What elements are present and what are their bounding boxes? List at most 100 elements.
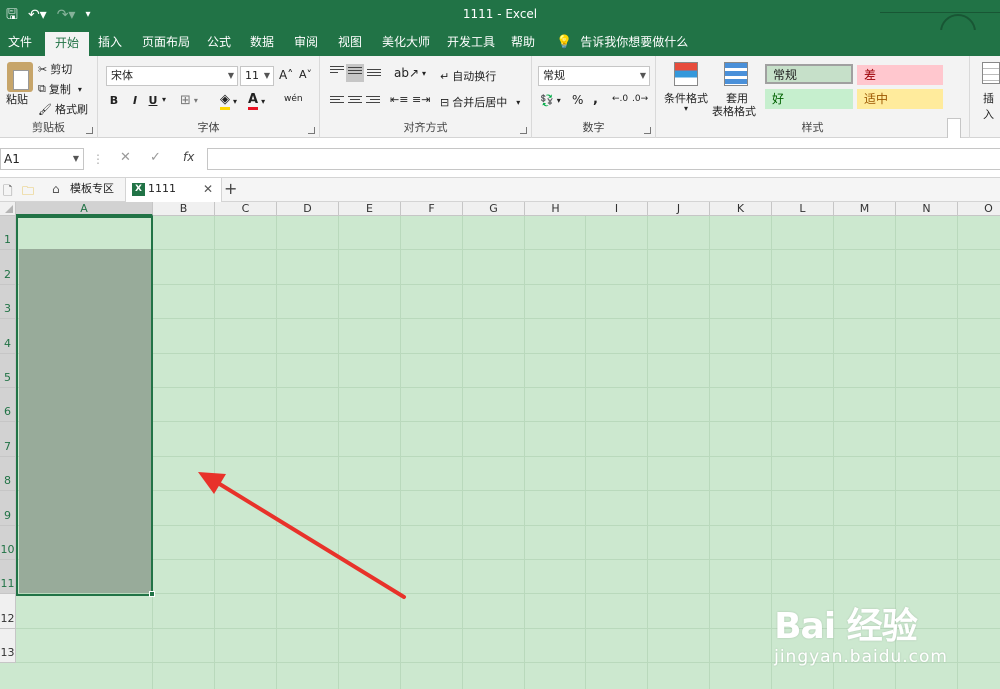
column-header-a[interactable]: A	[16, 202, 153, 216]
comma-button[interactable]: ,	[593, 92, 598, 107]
italic-button[interactable]: I	[127, 94, 143, 107]
align-top-icon[interactable]	[330, 66, 344, 78]
insert-function-button[interactable]: fx	[183, 150, 194, 164]
clipboard-launcher-icon[interactable]	[86, 127, 93, 134]
chevron-down-icon: ▾	[77, 84, 82, 94]
column-header-k[interactable]: K	[710, 202, 772, 216]
row-header-10[interactable]: 10	[0, 525, 16, 560]
column-header-g[interactable]: G	[463, 202, 525, 216]
column-header-j[interactable]: J	[648, 202, 710, 216]
style-normal[interactable]: 常规	[765, 64, 853, 84]
tab-review[interactable]: 审阅	[290, 30, 322, 56]
increase-font-button[interactable]: A˄	[279, 68, 293, 82]
column-header-h[interactable]: H	[525, 202, 587, 216]
row-header-4[interactable]: 4	[0, 319, 16, 354]
new-file-icon[interactable]: 🗋	[3, 182, 13, 203]
tab-home[interactable]: 开始	[45, 32, 90, 56]
column-gridline	[585, 216, 586, 689]
folder-icon[interactable]: 🗀	[22, 182, 34, 203]
style-neutral[interactable]: 适中	[857, 89, 943, 109]
row-header-12[interactable]: 12	[0, 594, 16, 629]
row-header-8[interactable]: 8	[0, 456, 16, 492]
column-header-c[interactable]: C	[215, 202, 277, 216]
increase-decimal-button[interactable]: ←.0	[612, 94, 628, 104]
align-left-icon[interactable]	[330, 96, 344, 108]
close-icon[interactable]: ✕	[203, 178, 213, 200]
merge-center-button[interactable]: ⊟ 合并后居中 ▾	[440, 94, 520, 110]
number-format-select[interactable]: 常规 ▼	[538, 66, 650, 86]
font-color-button[interactable]: A ▾	[248, 92, 265, 110]
decrease-font-button[interactable]: A˅	[299, 68, 312, 81]
column-header-e[interactable]: E	[339, 202, 401, 216]
row-gridline	[16, 318, 1000, 320]
column-header-i[interactable]: I	[586, 202, 648, 216]
row-header-5[interactable]: 5	[0, 353, 16, 388]
row-header-11[interactable]: 11	[0, 560, 16, 595]
style-bad[interactable]: 差	[857, 65, 943, 85]
chevron-down-icon: ▾	[684, 104, 689, 113]
column-header-l[interactable]: L	[772, 202, 834, 216]
increase-indent-button[interactable]: ≡⇥	[412, 93, 430, 106]
style-good[interactable]: 好	[765, 89, 853, 109]
decrease-decimal-button[interactable]: .0→	[632, 94, 648, 104]
row-header-2[interactable]: 2	[0, 250, 16, 285]
column-gridline	[462, 216, 463, 689]
align-right-icon[interactable]	[366, 96, 380, 108]
wrap-text-button[interactable]: ↵ 自动换行	[440, 68, 496, 84]
add-tab-icon[interactable]: +	[224, 178, 237, 200]
cut-button[interactable]: ✂ 剪切	[38, 61, 72, 77]
phonetic-button[interactable]: wén	[284, 94, 303, 104]
number-launcher-icon[interactable]	[644, 127, 651, 134]
decrease-indent-button[interactable]: ⇤≡	[390, 93, 408, 106]
column-header-o[interactable]: O	[958, 202, 1000, 216]
row-header-13[interactable]: 13	[0, 628, 16, 664]
border-button[interactable]: ⊞ ▾	[180, 93, 198, 108]
tab-insert[interactable]: 插入	[94, 30, 126, 56]
row-header-9[interactable]: 9	[0, 491, 16, 526]
row-header-7[interactable]: 7	[0, 422, 16, 457]
format-painter-button[interactable]: 🖌 格式刷	[38, 101, 88, 117]
column-header-b[interactable]: B	[153, 202, 215, 216]
underline-button[interactable]: U	[145, 94, 161, 107]
align-center-icon[interactable]	[348, 96, 362, 108]
tab-view[interactable]: 视图	[334, 30, 366, 56]
formula-input[interactable]	[207, 148, 1000, 170]
row-header-3[interactable]: 3	[0, 284, 16, 320]
font-name-select[interactable]: 宋体 ▼	[106, 66, 238, 86]
tab-developer[interactable]: 开发工具	[443, 30, 499, 56]
bold-button[interactable]: B	[106, 94, 122, 107]
percent-button[interactable]: %	[572, 93, 583, 107]
column-header-f[interactable]: F	[401, 202, 463, 216]
align-middle-icon[interactable]	[346, 64, 364, 82]
tab-help[interactable]: 帮助	[507, 30, 539, 56]
column-gridline	[214, 216, 215, 689]
row-header-6[interactable]: 6	[0, 388, 16, 423]
accounting-format-button[interactable]: 💱 ▾	[540, 94, 561, 107]
font-launcher-icon[interactable]	[308, 127, 315, 134]
fill-handle[interactable]	[149, 591, 155, 597]
align-bottom-icon[interactable]	[367, 69, 381, 81]
tell-me-search[interactable]: 💡 告诉我你想要做什么	[556, 30, 688, 56]
tab-data[interactable]: 数据	[246, 30, 278, 56]
chevron-down-icon[interactable]: ▾	[162, 95, 166, 104]
name-box[interactable]: A1 ▼	[0, 148, 84, 170]
tab-beautify[interactable]: 美化大师	[378, 30, 434, 56]
tab-file[interactable]: 文件	[4, 30, 36, 56]
tab-formulas[interactable]: 公式	[203, 30, 235, 56]
row-header-1[interactable]: 1	[0, 216, 16, 251]
font-size-select[interactable]: 11 ▼	[240, 66, 274, 86]
tab-page-layout[interactable]: 页面布局	[138, 30, 194, 56]
selected-range-border[interactable]	[16, 216, 153, 596]
copy-button[interactable]: ⧉ 复制 ▾	[38, 81, 82, 97]
orientation-button[interactable]: ab↗ ▾	[394, 66, 426, 80]
alignment-launcher-icon[interactable]	[520, 127, 527, 134]
enter-icon[interactable]: ✓	[150, 150, 161, 165]
column-header-m[interactable]: M	[834, 202, 896, 216]
fill-color-button[interactable]: ◈ ▾	[220, 92, 237, 110]
tab-workbook[interactable]: X 1111 ✕	[126, 178, 222, 202]
tab-templates[interactable]: ⌂ 模板专区	[46, 178, 126, 202]
column-header-n[interactable]: N	[896, 202, 958, 216]
column-header-d[interactable]: D	[277, 202, 339, 216]
cancel-icon[interactable]: ✕	[120, 150, 131, 165]
select-all-button[interactable]	[0, 202, 16, 216]
